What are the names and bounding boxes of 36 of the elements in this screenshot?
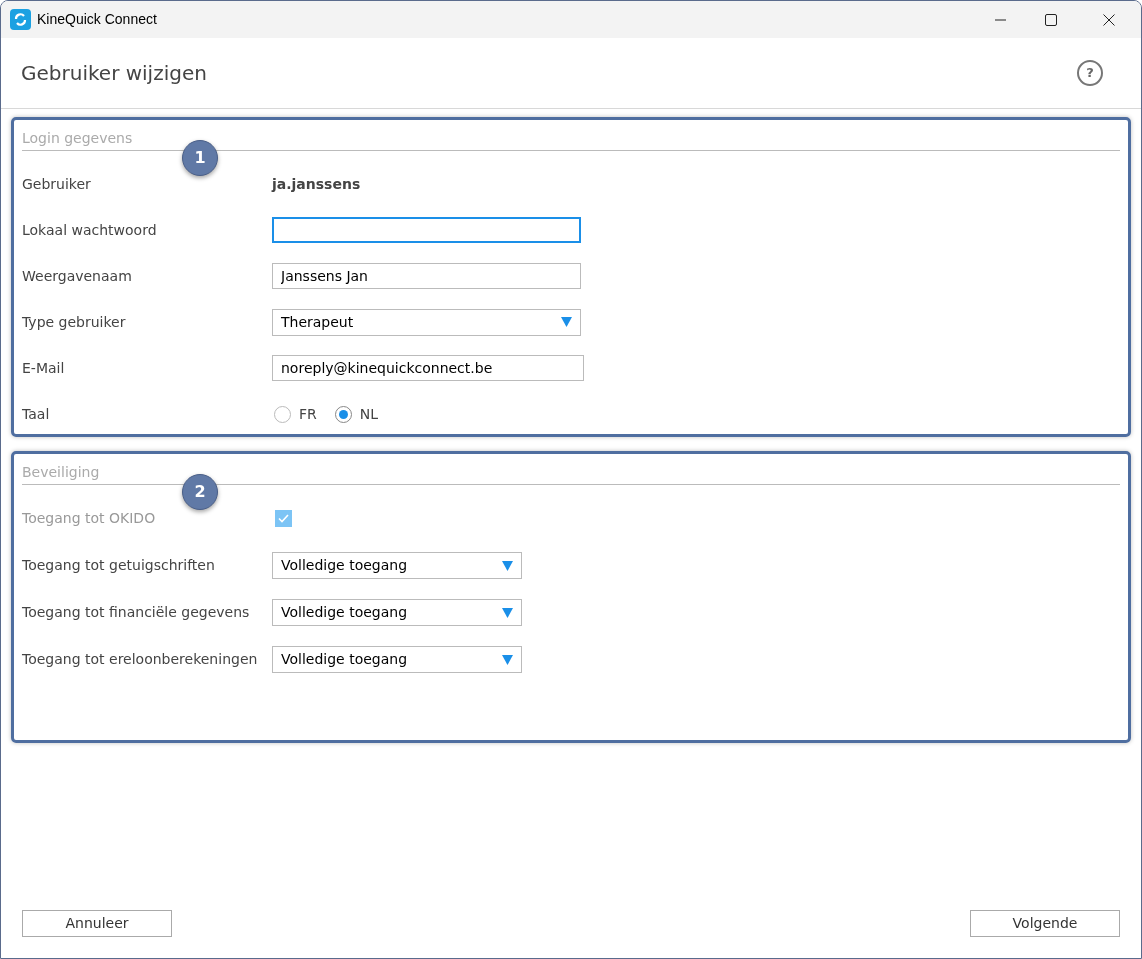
minimize-icon xyxy=(994,18,1006,21)
radio-option[interactable]: NL xyxy=(334,403,379,425)
dropdown[interactable]: Volledige toegang xyxy=(272,599,522,626)
close-icon xyxy=(1103,13,1115,26)
username-value: ja.janssens xyxy=(272,174,361,194)
radio-option[interactable]: FR xyxy=(274,403,317,425)
check-icon xyxy=(278,514,289,523)
field-label: Toegang tot getuigschriften xyxy=(22,556,216,575)
dropdown-arrow-icon xyxy=(561,317,572,327)
password-field[interactable] xyxy=(272,217,581,243)
maximize-icon xyxy=(1045,13,1057,26)
text-field[interactable]: Janssens Jan xyxy=(272,263,581,289)
dropdown-arrow-icon xyxy=(502,607,513,618)
step-badge: 1 xyxy=(182,140,218,176)
dropdown[interactable]: Volledige toegang xyxy=(272,552,522,579)
next-button[interactable]: Volgende xyxy=(970,910,1120,937)
help-button[interactable]: ? xyxy=(1077,60,1103,86)
field-label: Toegang tot financiële gegevens xyxy=(22,603,251,622)
app-logo-icon xyxy=(10,9,31,30)
field-label: Toegang tot OKIDO xyxy=(22,509,157,528)
cancel-button[interactable]: Annuleer xyxy=(22,910,172,937)
step-badge: 2 xyxy=(182,474,218,510)
page-title: Gebruiker wijzigen xyxy=(21,60,207,87)
field-label: Gebruiker xyxy=(22,174,92,194)
field-label: Lokaal wachtwoord xyxy=(22,220,158,240)
field-label: Type gebruiker xyxy=(22,312,127,332)
field-label: Weergavenaam xyxy=(22,266,133,286)
text-field[interactable]: noreply@kinequickconnect.be xyxy=(272,355,584,381)
field-label: E-Mail xyxy=(22,358,66,378)
dropdown-arrow-icon xyxy=(502,654,513,665)
field-label: Toegang tot ereloonberekeningen xyxy=(22,650,259,669)
field-label: Taal xyxy=(22,404,51,424)
window-title: KineQuick Connect xyxy=(37,10,157,29)
dropdown[interactable]: Volledige toegang xyxy=(272,646,522,673)
dropdown-arrow-icon xyxy=(502,560,513,571)
dropdown[interactable]: Therapeut xyxy=(272,308,581,336)
